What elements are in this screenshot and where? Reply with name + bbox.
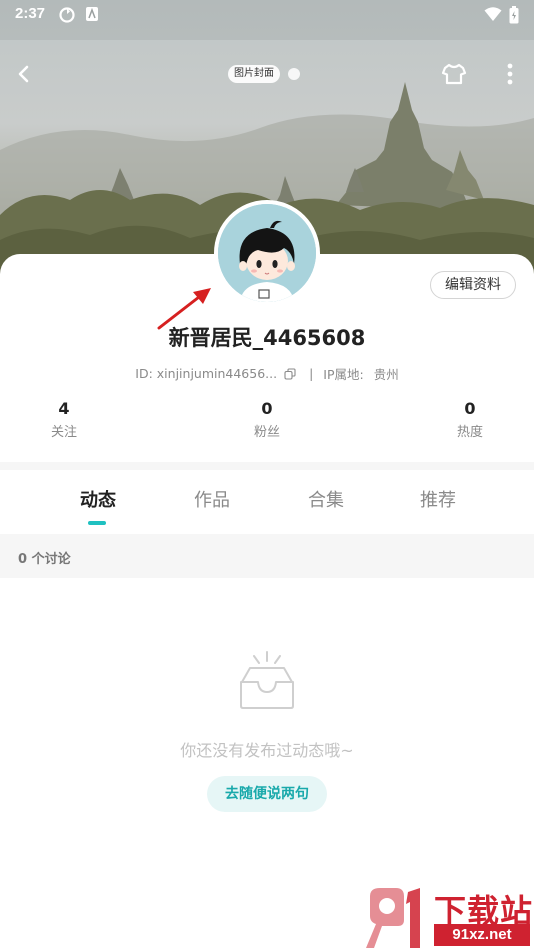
discussion-bar: 0 个讨论: [0, 534, 534, 578]
avatar-illustration: [218, 204, 316, 302]
stat-value: 0: [261, 399, 273, 418]
dress-up-button[interactable]: [440, 60, 468, 88]
stat-fans[interactable]: 0 粉丝: [227, 398, 307, 440]
empty-message: 你还没有发布过动态哦~: [180, 741, 354, 760]
section-divider: [0, 462, 534, 470]
post-something-button[interactable]: 去随便说两句: [207, 776, 327, 812]
edit-profile-button[interactable]: 编辑资料: [430, 271, 516, 299]
empty-box-icon: [240, 651, 294, 709]
more-vertical-icon: [507, 63, 513, 85]
back-button[interactable]: [10, 57, 38, 91]
app-notification-icon: [86, 7, 98, 21]
stat-heat[interactable]: 0 热度: [430, 398, 510, 440]
discussion-count: 0 个讨论: [18, 552, 71, 567]
ip-label: IP属地:: [323, 367, 364, 382]
wifi-icon: [484, 7, 502, 21]
watermark: 下载站 91xz.net: [362, 886, 534, 950]
stat-value: 4: [58, 399, 70, 418]
back-arrow-icon: [18, 65, 29, 83]
avatar[interactable]: [214, 200, 320, 306]
stat-label: 关注: [50, 425, 77, 440]
watermark-logo: [366, 888, 420, 948]
avatar-image: [218, 204, 316, 302]
top-action-bar: 图片封面: [0, 55, 534, 93]
username: 新晋居民_4465608: [168, 326, 366, 350]
ip-value: 贵州: [373, 367, 399, 382]
stat-following[interactable]: 4 关注: [24, 398, 104, 440]
stat-value: 0: [464, 399, 476, 418]
content-tabs: 动态 作品 合集 推荐: [0, 470, 534, 534]
tab-works[interactable]: 作品: [172, 486, 252, 512]
more-button[interactable]: [498, 60, 522, 88]
stat-label: 热度: [456, 425, 483, 440]
tab-dynamics[interactable]: 动态: [58, 486, 138, 512]
sync-icon: [59, 7, 75, 23]
id-line: ID: xinjinjumin44656... | IP属地: 贵州: [0, 364, 534, 383]
stat-label: 粉丝: [253, 425, 280, 440]
tab-recommended[interactable]: 推荐: [398, 486, 478, 512]
battery-icon: [509, 6, 519, 24]
id-separator: |: [309, 366, 314, 381]
cover-tag[interactable]: 图片封面: [228, 65, 280, 83]
user-id: ID: xinjinjumin44656...: [135, 366, 278, 381]
status-bar: 2:37: [0, 0, 534, 30]
copy-icon[interactable]: [284, 367, 296, 380]
cover-toggle-dot[interactable]: [288, 68, 300, 80]
status-time: 2:37: [15, 5, 46, 22]
shirt-icon: [441, 63, 467, 85]
tab-collections[interactable]: 合集: [286, 486, 366, 512]
active-tab-indicator: [88, 521, 106, 525]
watermark-url: 91xz.net: [434, 924, 530, 946]
